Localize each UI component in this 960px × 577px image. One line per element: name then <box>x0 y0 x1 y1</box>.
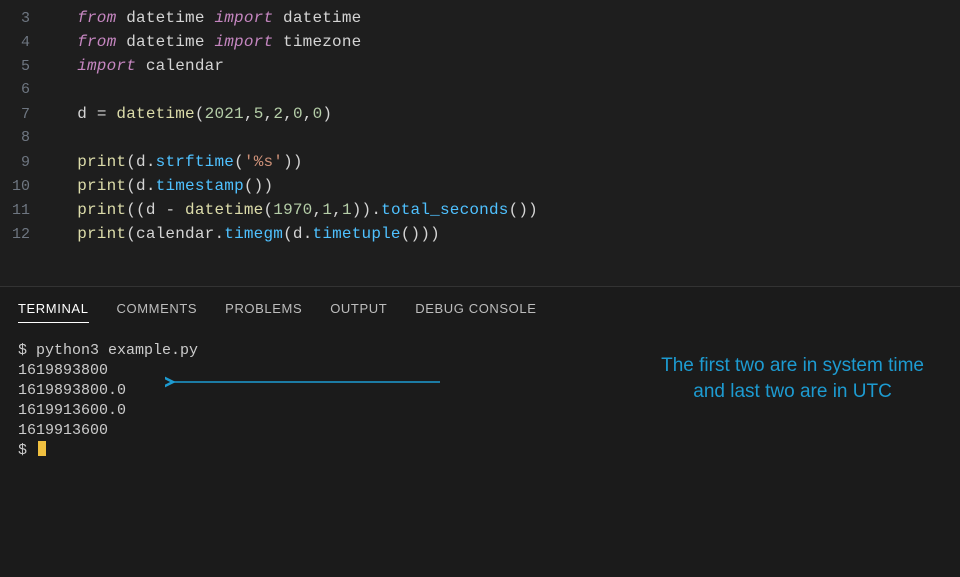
line-number: 6 <box>0 78 58 102</box>
tab-output[interactable]: OUTPUT <box>330 301 387 323</box>
line-number: 10 <box>0 175 58 199</box>
tab-comments[interactable]: COMMENTS <box>117 301 198 323</box>
line-number: 9 <box>0 151 58 175</box>
line-number: 8 <box>0 126 58 150</box>
code-line[interactable]: 12print(calendar.timegm(d.timetuple())) <box>0 222 960 246</box>
code-content: import calendar <box>58 54 960 78</box>
panel-tabs: TERMINAL COMMENTS PROBLEMS OUTPUT DEBUG … <box>0 287 960 331</box>
code-line[interactable]: 7d = datetime(2021,5,2,0,0) <box>0 102 960 126</box>
terminal-cursor <box>38 441 46 456</box>
code-line[interactable]: 9print(d.strftime('%s')) <box>0 150 960 174</box>
code-line[interactable]: 11print((d - datetime(1970,1,1)).total_s… <box>0 198 960 222</box>
code-content: print(calendar.timegm(d.timetuple())) <box>58 222 960 246</box>
tab-problems[interactable]: PROBLEMS <box>225 301 302 323</box>
code-content: print(d.timestamp()) <box>58 174 960 198</box>
tab-debug-console[interactable]: DEBUG CONSOLE <box>415 301 536 323</box>
line-number: 3 <box>0 7 58 31</box>
code-content: print(d.strftime('%s')) <box>58 150 960 174</box>
code-line[interactable]: 3from datetime import datetime <box>0 6 960 30</box>
terminal-command: $ python3 example.py <box>18 341 942 361</box>
code-line[interactable]: 4from datetime import timezone <box>0 30 960 54</box>
line-number: 5 <box>0 55 58 79</box>
terminal-output-line: 1619913600 <box>18 421 942 441</box>
code-line[interactable]: 10print(d.timestamp()) <box>0 174 960 198</box>
terminal-output-line: 1619913600.0 <box>18 401 942 421</box>
code-editor[interactable]: 3from datetime import datetime4from date… <box>0 0 960 286</box>
code-line[interactable]: 5import calendar <box>0 54 960 78</box>
code-content: print((d - datetime(1970,1,1)).total_sec… <box>58 198 960 222</box>
tab-terminal[interactable]: TERMINAL <box>18 301 89 323</box>
line-number: 4 <box>0 31 58 55</box>
code-content: d = datetime(2021,5,2,0,0) <box>58 102 960 126</box>
line-number: 7 <box>0 103 58 127</box>
code-content: from datetime import datetime <box>58 6 960 30</box>
terminal-output-line: 1619893800 <box>18 361 942 381</box>
code-line[interactable]: 6 <box>0 78 960 102</box>
code-content: from datetime import timezone <box>58 30 960 54</box>
terminal-prompt: $ <box>18 441 942 461</box>
code-line[interactable]: 8 <box>0 126 960 150</box>
line-number: 11 <box>0 199 58 223</box>
line-number: 12 <box>0 223 58 247</box>
terminal-view[interactable]: $ python3 example.py 1619893800 16198938… <box>0 331 960 461</box>
terminal-output-line: 1619893800.0 <box>18 381 942 401</box>
bottom-panel: TERMINAL COMMENTS PROBLEMS OUTPUT DEBUG … <box>0 286 960 577</box>
